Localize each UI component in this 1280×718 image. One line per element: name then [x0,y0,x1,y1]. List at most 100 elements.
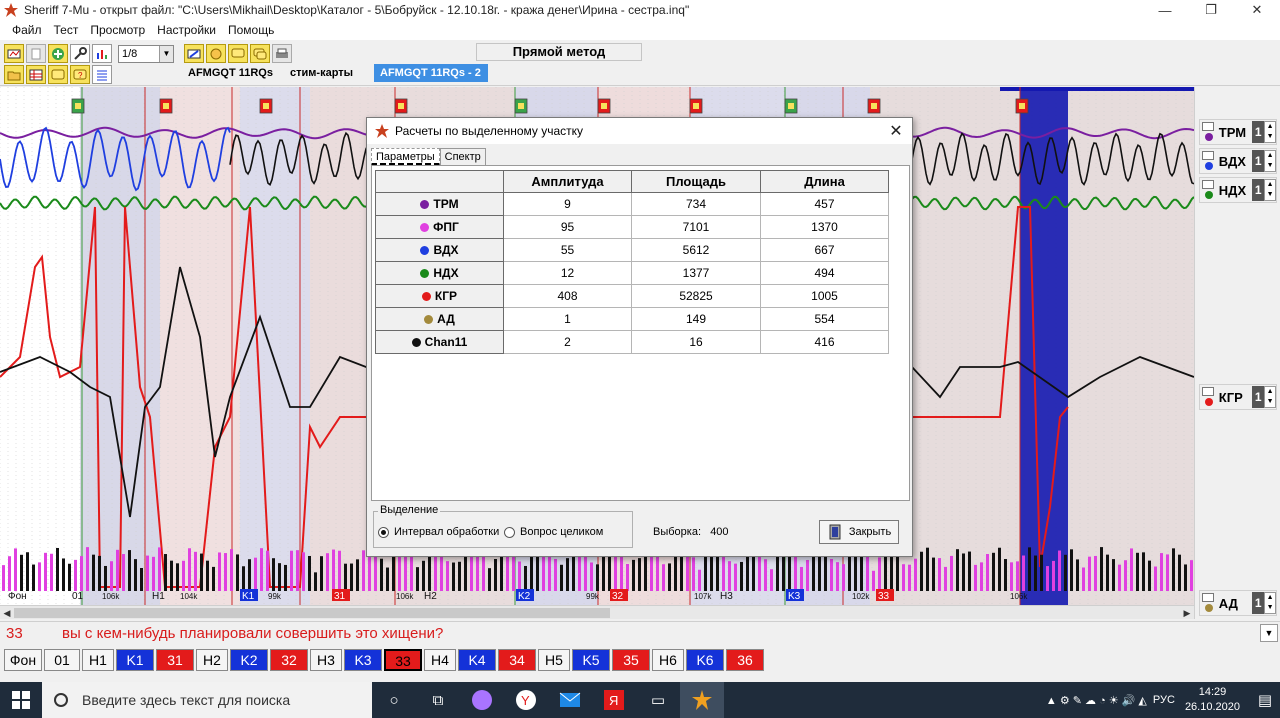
close-window-button[interactable]: ✕ [1234,0,1280,20]
tab-spectrum[interactable]: Спектр [439,148,486,166]
question-button-k5[interactable]: K5 [572,649,610,671]
list-icon[interactable] [92,65,112,84]
yandex-icon[interactable]: Я [592,682,636,718]
menu-test[interactable]: Тест [48,23,85,37]
channel-stepper[interactable]: ▲ ▼ [1264,592,1276,614]
question-button-k6[interactable]: K6 [686,649,724,671]
question-button-k1[interactable]: K1 [116,649,154,671]
question-button-k4[interactable]: K4 [458,649,496,671]
question-button-34[interactable]: 34 [498,649,536,671]
question-button-h1[interactable]: H1 [82,649,114,671]
radio-whole-question[interactable]: Вопрос целиком [504,526,603,538]
fpg-bar [32,564,35,591]
comments-icon[interactable] [250,44,270,63]
table-cell: 734 [631,192,761,216]
grid-icon[interactable] [26,65,46,84]
taskbar-search[interactable]: Введите здесь текст для поиска [42,682,372,718]
tab-stim-cards[interactable]: стим-карты [284,64,372,82]
bar-chart-icon[interactable] [92,44,112,63]
fpg-bar [1100,547,1103,591]
fpg-bar [20,554,23,591]
comment-icon[interactable] [228,44,248,63]
close-icon[interactable]: ✕ [886,121,906,141]
scrollbar-thumb[interactable] [14,608,610,618]
print-icon[interactable] [272,44,292,63]
table-cell: 1370 [760,215,889,239]
menu-help[interactable]: Помощь [222,23,280,37]
open-chart-icon[interactable] [4,44,24,63]
hand-icon[interactable] [206,44,226,63]
add-icon[interactable] [48,44,68,63]
question-button-k2[interactable]: K2 [230,649,268,671]
question-button-32[interactable]: 32 [270,649,308,671]
question-button-фон[interactable]: Фон [4,649,42,671]
task-view-icon[interactable]: ⧉ [416,682,460,718]
menu-settings[interactable]: Настройки [151,23,222,37]
mail-icon[interactable] [548,682,592,718]
question-button-31[interactable]: 31 [156,649,194,671]
app-icon [375,124,389,138]
channel-stepper[interactable]: ▲ ▼ [1264,121,1276,143]
fpg-bar [782,551,785,591]
channel-stepper[interactable]: ▲ ▼ [1264,150,1276,172]
note-icon[interactable] [48,65,68,84]
fpg-bar [464,553,467,591]
folder-icon[interactable] [4,65,24,84]
maximize-button[interactable]: ❐ [1188,0,1234,20]
channel-stepper[interactable]: ▲ ▼ [1264,179,1276,201]
blank-page-icon[interactable] [26,44,46,63]
question-button-h6[interactable]: H6 [652,649,684,671]
question-button-h5[interactable]: H5 [538,649,570,671]
close-button[interactable]: Закрыть [819,520,899,544]
fpg-bar [170,560,173,591]
question-button-k3[interactable]: K3 [344,649,382,671]
question-button-01[interactable]: 01 [44,649,80,671]
row-header: НДХ [375,261,504,285]
table-row: КГР 408 52825 1005 [375,284,889,308]
cortana-icon[interactable]: ○ [372,682,416,718]
question-button-h2[interactable]: H2 [196,649,228,671]
question-button-h3[interactable]: H3 [310,649,342,671]
scroll-right-icon[interactable]: ▶ [1180,606,1194,620]
menu-file[interactable]: Файл [6,23,48,37]
fpg-bar [662,564,665,591]
channel-control-ndx[interactable]: НДХ 1 ▲ ▼ [1199,177,1277,203]
clock[interactable]: 14:29 26.10.2020 [1185,685,1240,715]
tray-icons[interactable]: ▲ ⚙ ✎ ☁ ◔ ☀ 🔊 ◭ [1046,694,1147,707]
tab-afmgqt-2[interactable]: AFMGQT 11RQs - 2 [374,64,488,82]
channel-control-trm[interactable]: ТРМ 1 ▲ ▼ [1199,119,1277,145]
language-indicator[interactable]: РУС [1153,694,1175,706]
sheriff-taskbar-icon[interactable] [680,682,724,718]
scroll-left-icon[interactable]: ◀ [0,606,14,620]
fpg-bar [110,561,113,591]
horizontal-scrollbar[interactable]: ◀ ▶ [0,605,1194,619]
app-alice-icon[interactable] [460,682,504,718]
tablet-icon[interactable]: ▭ [636,682,680,718]
question-dropdown[interactable]: ▼ [1260,624,1278,642]
fpg-bar [266,550,269,591]
channel-chart-icon [1202,386,1216,408]
question-button-36[interactable]: 36 [726,649,764,671]
question-button-33[interactable]: 33 [384,649,422,671]
wrench-icon[interactable] [70,44,90,63]
menu-view[interactable]: Просмотр [84,23,151,37]
channel-control-ad[interactable]: АД 1 ▲ ▼ [1199,590,1277,616]
radio-interval[interactable]: Интервал обработки [378,526,499,538]
start-button[interactable] [0,682,42,718]
channel-stepper[interactable]: ▲ ▼ [1264,386,1276,408]
yandex-browser-icon[interactable]: Y [504,682,548,718]
channel-control-vdx[interactable]: ВДХ 1 ▲ ▼ [1199,148,1277,174]
fpg-bar [776,553,779,591]
fpg-bar [158,547,161,591]
fpg-bar [68,563,71,591]
edit-icon[interactable] [184,44,204,63]
tab-afmgqt[interactable]: AFMGQT 11RQs [182,64,282,82]
question-button-h4[interactable]: H4 [424,649,456,671]
tab-parameters[interactable]: Параметры [371,148,440,166]
question-icon[interactable]: ? [70,65,90,84]
channel-control-kgr[interactable]: КГР 1 ▲ ▼ [1199,384,1277,410]
notifications-icon[interactable]: ▤ [1250,691,1280,709]
question-button-35[interactable]: 35 [612,649,650,671]
chart-select[interactable]: 1/8 ▼ [118,45,174,63]
minimize-button[interactable]: — [1142,0,1188,20]
